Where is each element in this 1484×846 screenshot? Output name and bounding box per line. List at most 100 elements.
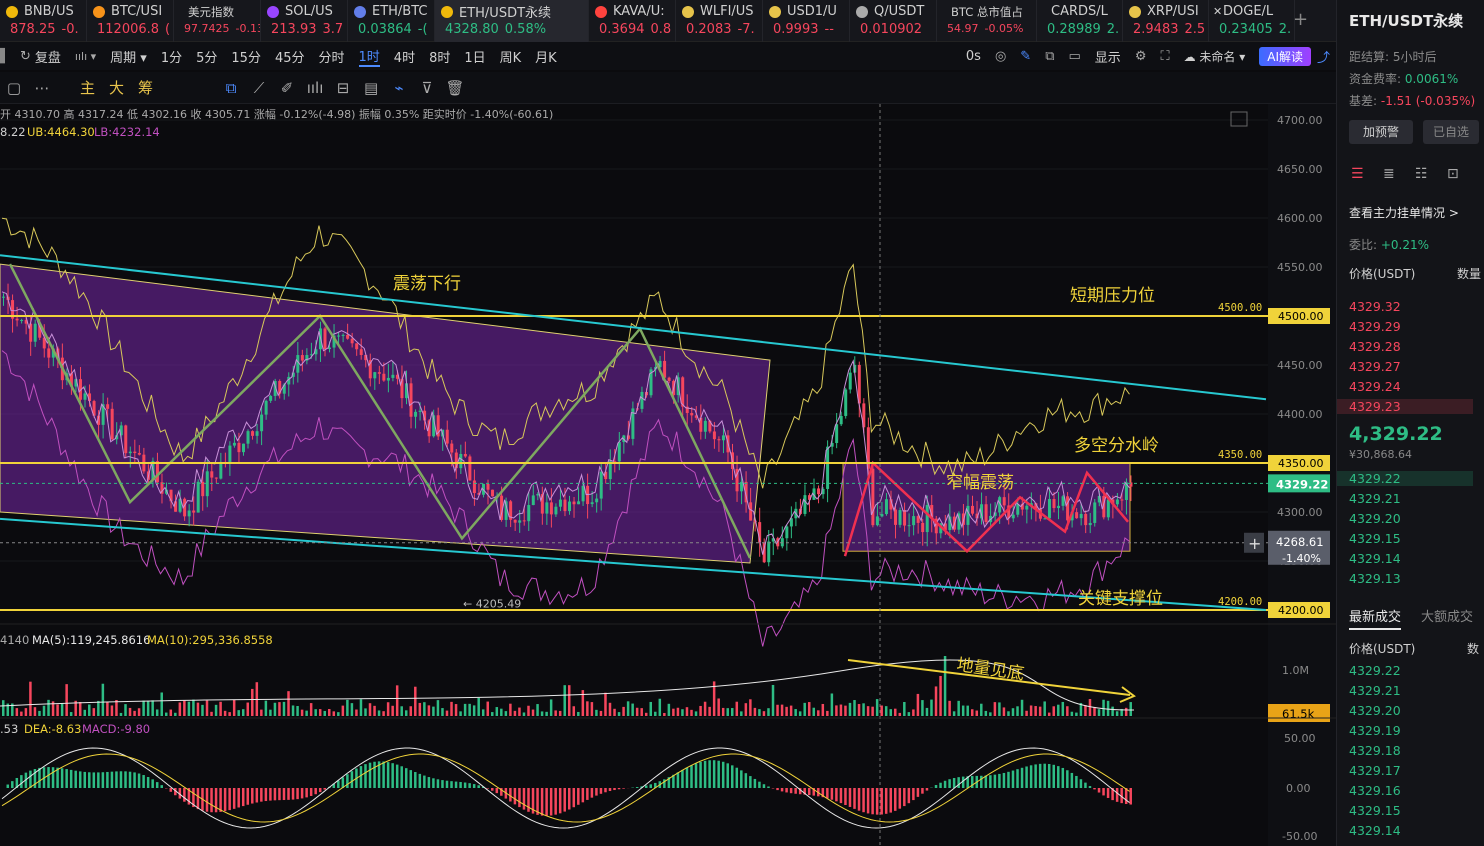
macd-bar xyxy=(912,788,915,801)
window-icon[interactable]: ⧉ xyxy=(1045,49,1054,64)
bid-row[interactable]: 4329.14 xyxy=(1349,551,1401,566)
candle-body xyxy=(296,355,300,373)
vol-bar xyxy=(884,706,888,716)
ticker-tab-7[interactable]: WLFI/US 0.2083 -7. xyxy=(676,0,763,42)
bid-row[interactable]: 4329.13 xyxy=(1349,571,1401,586)
ticker-tab-5[interactable]: ETH/USDT永续 4328.80 0.58% xyxy=(435,0,589,42)
vol-bar xyxy=(192,699,195,716)
ticker-price: 213.93 3.7 xyxy=(261,22,347,37)
magnet-icon[interactable]: ⌁ xyxy=(385,79,413,97)
macd-bar xyxy=(6,784,10,788)
bid-row[interactable]: 4329.21 xyxy=(1349,491,1401,506)
ask-row[interactable]: 4329.29 xyxy=(1349,319,1401,334)
filter-icon[interactable]: ⊽ xyxy=(413,79,441,97)
ticker-price: 4328.80 0.58% xyxy=(435,22,588,37)
price-value: 0.2083 xyxy=(686,22,732,37)
rectangle-icon[interactable]: ▢ xyxy=(0,79,28,97)
indicator-2[interactable]: 筹 xyxy=(138,77,153,98)
candle-body xyxy=(382,373,386,381)
timeframe-11[interactable]: 周K xyxy=(500,47,522,66)
pen-icon[interactable]: ✐ xyxy=(273,79,301,97)
tab-big-trades[interactable]: 大额成交 xyxy=(1421,606,1473,625)
ask-row[interactable]: 4329.32 xyxy=(1349,299,1401,314)
candle-body xyxy=(2,296,5,298)
replay-icon[interactable]: ↻ xyxy=(20,49,31,64)
ruler-icon[interactable]: ⟋ xyxy=(245,79,273,97)
note-icon[interactable]: ▤ xyxy=(357,79,385,97)
timeframe-5[interactable]: 45分 xyxy=(275,47,305,66)
ticker-tab-2[interactable]: 美元指数 97.7425 -0.13 xyxy=(174,0,261,42)
orderbook-view-icon-3[interactable]: ⊡ xyxy=(1447,166,1459,182)
macd-bar xyxy=(88,772,91,788)
vol-bar xyxy=(835,705,838,716)
ask-row[interactable]: 4329.23 xyxy=(1337,399,1473,414)
timeframe-8[interactable]: 4时 xyxy=(394,47,415,66)
orderbook-view-icon-2[interactable]: ☷ xyxy=(1415,166,1428,182)
camera-icon[interactable]: ◎ xyxy=(995,49,1006,64)
vol-bar xyxy=(853,700,856,716)
timeframe-1[interactable]: 周期 ▾ xyxy=(110,47,147,66)
bid-row[interactable]: 4329.20 xyxy=(1349,511,1401,526)
macd-bar xyxy=(903,788,906,807)
delete-icon[interactable]: ⊟ xyxy=(329,79,357,97)
orderbook-view-icon-0[interactable]: ☰ xyxy=(1351,166,1364,182)
fullscreen-icon[interactable]: ⛶ xyxy=(1160,49,1169,64)
timeframe-9[interactable]: 8时 xyxy=(429,47,450,66)
ticker-tab-0[interactable]: BNB/US 878.25 -0. xyxy=(0,0,87,42)
ticker-tab-11[interactable]: CARDS/L 0.28989 2. xyxy=(1037,0,1123,42)
draw-icon[interactable]: ✎ xyxy=(1020,49,1031,64)
orderbook-view-icon-1[interactable]: ≣ xyxy=(1383,166,1395,182)
candle-body xyxy=(1106,499,1110,518)
favorite-button[interactable]: 已自选 xyxy=(1423,120,1479,144)
more-icon[interactable]: ⋯ xyxy=(28,79,56,97)
candle-body xyxy=(1066,496,1070,521)
macd-bar xyxy=(450,781,453,788)
timeframe-2[interactable]: 1分 xyxy=(161,47,182,66)
ticker-tab-1[interactable]: BTC/USI 112006.8 ( xyxy=(87,0,174,42)
display-button[interactable]: 显示 xyxy=(1095,47,1121,66)
timeframe-4[interactable]: 15分 xyxy=(231,47,261,66)
macd-bar xyxy=(599,788,603,794)
trash-icon[interactable]: 🗑 xyxy=(441,79,469,97)
candle-body xyxy=(681,377,685,407)
chart-type-icon[interactable]: ıılı ▾ xyxy=(75,50,96,63)
timeframe-7[interactable]: 1时 xyxy=(358,46,380,67)
ask-row[interactable]: 4329.28 xyxy=(1349,339,1401,354)
macd-bar xyxy=(83,771,87,788)
add-alert-button[interactable]: 加预警 xyxy=(1349,120,1413,144)
vol-bar xyxy=(1052,706,1055,716)
timeframe-0[interactable]: 复盘 xyxy=(35,47,61,66)
timeframe-10[interactable]: 1日 xyxy=(464,47,485,66)
timeframe-6[interactable]: 分时 xyxy=(319,47,345,66)
template-select[interactable]: ☁ 未命名 ▾ xyxy=(1184,48,1246,65)
ask-row[interactable]: 4329.27 xyxy=(1349,359,1401,374)
countdown-label[interactable]: 0s xyxy=(966,49,981,64)
ticker-tab-4[interactable]: ETH/BTC 0.03864 -( xyxy=(348,0,435,42)
layout-icon[interactable]: ▭ xyxy=(1069,49,1081,64)
ticker-tab-12[interactable]: XRP/USI 2.9483 2.5 xyxy=(1123,0,1209,42)
select-icon[interactable]: ⧉ xyxy=(217,79,245,97)
bid-row[interactable]: 4329.15 xyxy=(1349,531,1401,546)
ai-analysis-button[interactable]: AI解读 xyxy=(1259,46,1311,66)
ticker-tab-13[interactable]: ✕ DOGE/L 0.23405 2. xyxy=(1209,0,1295,42)
timeframe-3[interactable]: 5分 xyxy=(196,47,217,66)
ask-row[interactable]: 4329.24 xyxy=(1349,379,1401,394)
ticker-tab-9[interactable]: Q/USDT 0.010902 xyxy=(850,0,937,42)
bid-row[interactable]: 4329.22 xyxy=(1337,471,1473,486)
chart-area[interactable]: 4700.00 4650.00 4600.00 4550.00 4500.00 4450.… xyxy=(0,104,1336,846)
candle-icon[interactable]: ıılı xyxy=(301,79,329,97)
ticker-tab-6[interactable]: KAVA/U: 0.3694 0.8 xyxy=(589,0,676,42)
add-ticker-icon[interactable]: + xyxy=(1293,9,1308,30)
plus-icon[interactable]: + xyxy=(1248,534,1261,553)
candle-body xyxy=(124,425,128,454)
share-icon[interactable]: ⤴ xyxy=(1317,47,1330,66)
ticker-tab-10[interactable]: BTC 总市值占 54.97 -0.05% xyxy=(937,0,1037,42)
tab-latest-trades[interactable]: 最新成交 xyxy=(1349,606,1402,630)
gear-icon[interactable]: ⚙ xyxy=(1135,49,1147,64)
ticker-tab-8[interactable]: USD1/U 0.9993 -- xyxy=(763,0,850,42)
timeframe-12[interactable]: 月K xyxy=(535,47,557,66)
ticker-tab-3[interactable]: SOL/US 213.93 3.7 xyxy=(261,0,348,42)
main-orders-link[interactable]: 查看主力挂单情况 > xyxy=(1349,204,1459,221)
indicator-1[interactable]: 大 xyxy=(109,77,124,98)
indicator-0[interactable]: 主 xyxy=(80,77,95,98)
